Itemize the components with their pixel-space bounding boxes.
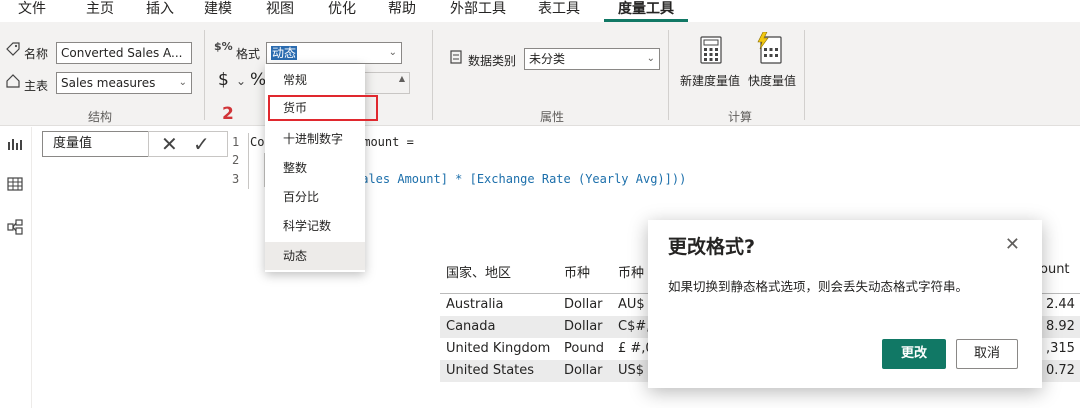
ribbon-divider	[204, 30, 205, 120]
chevron-down-icon: ⌄	[388, 47, 397, 58]
model-view-icon[interactable]	[7, 219, 23, 239]
home-table-label: 主表	[24, 79, 49, 93]
view-sidebar	[0, 127, 32, 408]
change-format-dialog: 更改格式? ✕ 如果切换到静态格式选项，则会丢失动态格式字符串。 更改 取消	[648, 220, 1042, 388]
ribbon-divider	[432, 30, 433, 120]
menu-item-percentage[interactable]: 百分比	[265, 183, 365, 211]
line-number: 3	[232, 172, 240, 186]
cell-amount: 8.92	[1046, 319, 1075, 334]
tab-view[interactable]: 视图	[258, 0, 302, 22]
column-header-currency-format[interactable]: 币种	[618, 262, 644, 281]
tab-optimize[interactable]: 优化	[320, 0, 364, 22]
column-header-amount[interactable]: ount	[1040, 262, 1070, 277]
ribbon: 名称 Converted Sales A... 主表 Sales measure…	[0, 22, 1080, 126]
tab-insert[interactable]: 插入	[138, 0, 182, 22]
cell-currency: Pound	[564, 341, 605, 356]
cell-country: United States	[446, 363, 535, 378]
format-label: 格式	[236, 47, 261, 61]
tab-table-tools[interactable]: 表工具	[524, 0, 594, 22]
cell-format: US$	[618, 363, 645, 378]
data-category-icon	[450, 50, 462, 68]
chevron-down-icon: ⌄	[646, 53, 655, 64]
report-view-icon[interactable]	[7, 137, 23, 155]
menu-item-scientific[interactable]: 科学记数	[265, 212, 365, 240]
ribbon-divider	[668, 30, 669, 120]
data-category-select[interactable]: 未分类 ⌄	[524, 48, 660, 70]
dialog-message: 如果切换到静态格式选项，则会丢失动态格式字符串。	[668, 279, 969, 294]
change-button[interactable]: 更改	[882, 339, 946, 369]
new-measure-button[interactable]: 新建度量值	[680, 72, 740, 89]
commit-formula-icon[interactable]: ✓	[193, 132, 210, 156]
cell-format: C$#,	[618, 319, 651, 334]
name-label: 名称	[24, 47, 49, 61]
format-select[interactable]: 动态 ⌄	[266, 42, 402, 64]
cell-country: Canada	[446, 319, 496, 334]
measure-dropdown-value: 度量值	[53, 136, 93, 151]
name-input[interactable]: Converted Sales A...	[56, 42, 192, 64]
calculations-group-label: 计算	[727, 110, 752, 124]
cell-amount: 2.44	[1046, 297, 1075, 312]
step-2-marker: 2	[222, 104, 234, 124]
formula-bar: 度量值 ⌄ ✕ ✓ 1 2 3 Con Amount = Sales Amoun…	[32, 127, 1080, 192]
cell-currency: Dollar	[564, 297, 603, 312]
close-icon[interactable]: ✕	[1005, 234, 1020, 255]
ribbon-divider	[804, 30, 805, 120]
column-header-currency[interactable]: 币种	[564, 262, 590, 281]
table-view-icon[interactable]	[7, 177, 23, 195]
cell-country: United Kingdom	[446, 341, 551, 356]
quick-measure-icon	[756, 31, 782, 68]
decimal-places-stepper[interactable]: ▲	[364, 72, 410, 94]
gutter-divider	[248, 133, 249, 189]
code-line-3: Sales Amount] * [Exchange Rate (Yearly A…	[354, 172, 687, 186]
cancel-formula-icon[interactable]: ✕	[161, 132, 178, 156]
tag-icon	[6, 42, 20, 60]
percent-button[interactable]: %	[250, 70, 266, 90]
chevron-down-icon: ⌄	[178, 77, 187, 88]
structure-group-label: 结构	[87, 110, 112, 124]
format-value: 动态	[271, 46, 298, 60]
data-category-value: 未分类	[529, 52, 566, 66]
home-table-value: Sales measures	[61, 76, 156, 90]
tab-external-tools[interactable]: 外部工具	[444, 0, 512, 22]
cell-currency: Dollar	[564, 363, 603, 378]
tab-modeling[interactable]: 建模	[196, 0, 240, 22]
menu-item-whole-number[interactable]: 整数	[265, 154, 365, 182]
menu-item-decimal[interactable]: 十进制数字	[265, 125, 365, 153]
properties-group-label: 属性	[539, 110, 564, 124]
menu-item-dynamic[interactable]: 动态	[265, 242, 365, 270]
cell-currency: Dollar	[564, 319, 603, 334]
formula-actions: ✕ ✓	[148, 131, 228, 157]
quick-measure-button[interactable]: 快度量值	[748, 72, 796, 89]
calculator-icon	[700, 36, 722, 68]
cell-format: AU$	[618, 297, 645, 312]
home-table-select[interactable]: Sales measures ⌄	[56, 72, 192, 94]
chevron-up-icon[interactable]: ▲	[399, 73, 405, 89]
data-category-label: 数据类别	[468, 54, 517, 68]
cell-amount: 0.72	[1046, 363, 1075, 378]
cancel-button[interactable]: 取消	[956, 339, 1018, 369]
tab-file[interactable]: 文件	[10, 0, 54, 22]
currency-button[interactable]: $	[218, 70, 229, 90]
menu-item-general[interactable]: 常规	[265, 66, 365, 94]
line-number: 1	[232, 135, 240, 149]
chevron-down-icon[interactable]: ⌄	[236, 74, 246, 88]
tab-help[interactable]: 帮助	[380, 0, 424, 22]
cell-country: Australia	[446, 297, 504, 312]
currency-highlight-box	[268, 95, 378, 121]
column-header-country[interactable]: 国家、地区	[446, 262, 511, 281]
dialog-title: 更改格式?	[668, 236, 756, 258]
home-table-icon	[6, 74, 20, 92]
tab-home[interactable]: 主页	[78, 0, 122, 22]
format-icon: $%	[214, 40, 233, 53]
line-number: 2	[232, 153, 240, 167]
tab-measure-tools[interactable]: 度量工具	[604, 0, 688, 22]
cell-amount: ,315	[1046, 341, 1075, 356]
ribbon-tab-bar: 文件 主页 插入 建模 视图 优化 帮助 外部工具 表工具 度量工具	[0, 0, 1080, 22]
